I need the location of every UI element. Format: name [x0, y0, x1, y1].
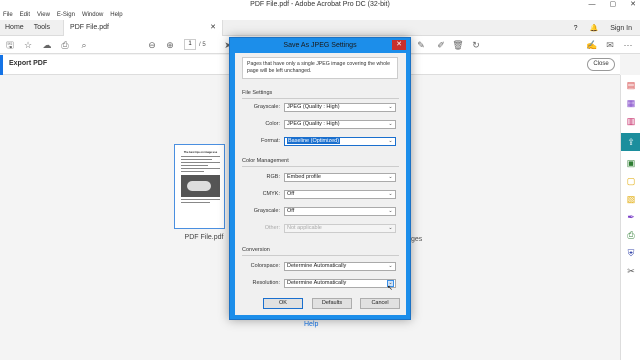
header-right: ? 🔔 Sign In — [574, 20, 632, 36]
chevron-down-icon: ⌄ — [388, 174, 393, 180]
tab-tools[interactable]: Tools — [29, 20, 55, 36]
sign-icon[interactable]: ✍ — [586, 39, 598, 51]
format-label: Format: — [261, 138, 280, 144]
organize-pages-icon[interactable]: ▥ — [625, 115, 637, 127]
menu-help[interactable]: Help — [110, 10, 122, 20]
other-profile-label: Other: — [264, 225, 280, 231]
tabs-bar: Home Tools PDF File.pdf ✕ ? 🔔 Sign In — [0, 19, 640, 36]
cmyk-label: CMYK: — [262, 191, 280, 197]
thumbnail-caption: PDF File.pdf — [184, 234, 224, 241]
dialog-title: Save As JPEG Settings — [283, 42, 357, 49]
export-pdf-icon[interactable]: ⇪ — [621, 133, 640, 151]
bookmark-star-icon[interactable]: ☆ — [22, 39, 34, 51]
close-window-button[interactable]: ✕ — [630, 0, 636, 10]
menu-window[interactable]: Window — [82, 10, 103, 20]
grayscale-profile-select[interactable]: Off ⌄ — [284, 207, 396, 216]
menu-file[interactable]: File — [3, 10, 13, 20]
cloud-upload-icon[interactable]: ☁ — [41, 39, 53, 51]
menu-esign[interactable]: E-Sign — [57, 10, 75, 20]
chevron-down-icon: ⌄ — [388, 191, 393, 197]
page-total: / 5 — [199, 42, 206, 48]
color-compression-label: Color: — [265, 121, 280, 127]
dialog-body: Pages that have only a single JPEG image… — [235, 53, 406, 315]
protect-icon[interactable]: ⛨ — [625, 247, 637, 259]
create-pdf-icon[interactable]: ▤ — [625, 79, 637, 91]
ok-button[interactable]: OK — [263, 298, 303, 309]
tab-close-icon[interactable]: ✕ — [210, 20, 216, 36]
help-icon[interactable]: ? — [574, 25, 578, 32]
tab-document-label: PDF File.pdf — [70, 23, 109, 31]
edit-pdf-icon[interactable]: ▣ — [625, 157, 637, 169]
defaults-button[interactable]: Defaults — [312, 298, 352, 309]
help-link[interactable]: Help — [304, 321, 318, 328]
notifications-icon[interactable]: 🔔 — [589, 24, 598, 32]
share-icon[interactable]: ✉ — [604, 39, 616, 51]
minimize-button[interactable]: — — [589, 0, 596, 10]
tab-home[interactable]: Home — [0, 20, 29, 36]
dialog-close-button[interactable]: ✕ — [392, 40, 406, 50]
chevron-down-icon: ⌄ — [388, 225, 393, 231]
right-tools-rail: ▤ ▦ ▥ ⇪ ▣ ▢ ▧ ✒ ⎙ ⛨ ✂ — [620, 75, 640, 360]
other-profile-select: Not applicable ⌄ — [284, 224, 396, 233]
save-as-jpeg-dialog: Save As JPEG Settings ✕ Pages that have … — [229, 37, 411, 320]
comment-icon[interactable]: ▢ — [625, 175, 637, 187]
tab-document[interactable]: PDF File.pdf ✕ — [63, 19, 224, 36]
print-production-icon[interactable]: ⎙ — [625, 229, 637, 241]
print-icon[interactable]: ⎙ — [59, 39, 71, 51]
close-tool-button[interactable]: Close — [587, 58, 615, 71]
chevron-down-icon: ⌄ — [388, 121, 393, 127]
export-pdf-title: Export PDF — [9, 60, 48, 67]
format-select[interactable]: Baseline (Optimized) ⌄ — [284, 137, 396, 146]
left-accent-bar — [0, 55, 3, 75]
chevron-down-icon: ⌄ — [388, 263, 393, 269]
search-icon[interactable]: ⌕ — [78, 39, 90, 51]
colorspace-label: Colorspace: — [250, 263, 280, 269]
color-compression-select[interactable]: JPEG (Quality : High) ⌄ — [284, 120, 396, 129]
page-number-input[interactable]: 1 — [184, 39, 196, 50]
menu-edit[interactable]: Edit — [20, 10, 30, 20]
rgb-label: RGB: — [266, 174, 280, 180]
rotate-icon[interactable]: ↻ — [470, 39, 482, 51]
highlight-icon[interactable]: ✎ — [415, 39, 427, 51]
next-page-icon[interactable]: ⊕ — [164, 39, 176, 51]
more-icon[interactable]: ⋯ — [622, 39, 634, 51]
thumbnail-title: The best tips on image use — [183, 151, 218, 154]
conversion-header: Conversion — [242, 247, 270, 253]
thumbnail-image — [181, 175, 220, 197]
previous-page-icon[interactable]: ⊖ — [146, 39, 158, 51]
mouse-cursor-icon: ↖ — [387, 285, 393, 292]
rgb-profile-select[interactable]: Embed profile ⌄ — [284, 173, 396, 182]
cancel-button[interactable]: Cancel — [360, 298, 400, 309]
thumbnail-page: The best tips on image use — [181, 151, 220, 221]
window-controls: — ▢ ✕ — [589, 0, 637, 10]
partial-background-text: ges — [411, 236, 423, 243]
save-icon[interactable]: 🖫 — [4, 39, 16, 51]
colorspace-select[interactable]: Determine Automatically ⌄ — [284, 262, 396, 271]
file-settings-header: File Settings — [242, 90, 273, 96]
chevron-down-icon: ⌄ — [388, 138, 393, 144]
combine-files-icon[interactable]: ▦ — [625, 97, 637, 109]
menu-view[interactable]: View — [37, 10, 50, 20]
window-title: PDF File.pdf - Adobe Acrobat Pro DC (32-… — [250, 1, 390, 8]
resolution-label: Resolution: — [252, 280, 280, 286]
chevron-down-icon: ⌄ — [388, 104, 393, 110]
title-bar: PDF File.pdf - Adobe Acrobat Pro DC (32-… — [0, 0, 640, 10]
resolution-select[interactable]: Determine Automatically ⌄ — [284, 279, 396, 288]
chevron-down-icon: ⌄ — [388, 208, 393, 214]
grayscale-compression-label: Grayscale: — [253, 104, 280, 110]
cmyk-profile-select[interactable]: Off ⌄ — [284, 190, 396, 199]
grayscale-compression-select[interactable]: JPEG (Quality : High) ⌄ — [284, 103, 396, 112]
fill-sign-icon[interactable]: ✒ — [625, 211, 637, 223]
scan-icon[interactable]: ▧ — [625, 193, 637, 205]
color-management-header: Color Management — [242, 158, 289, 164]
more-tools-icon[interactable]: ✂ — [625, 265, 637, 277]
document-thumbnail[interactable]: The best tips on image use — [174, 144, 225, 229]
dialog-notice: Pages that have only a single JPEG image… — [242, 57, 398, 79]
menu-bar: File Edit View E-Sign Window Help — [0, 10, 640, 20]
maximize-button[interactable]: ▢ — [610, 0, 617, 10]
stamp-icon[interactable]: ✐ — [435, 39, 447, 51]
signin-button[interactable]: Sign In — [610, 25, 632, 32]
delete-icon[interactable]: 🗑 — [452, 39, 464, 51]
grayscale-profile-label: Grayscale: — [253, 208, 280, 214]
